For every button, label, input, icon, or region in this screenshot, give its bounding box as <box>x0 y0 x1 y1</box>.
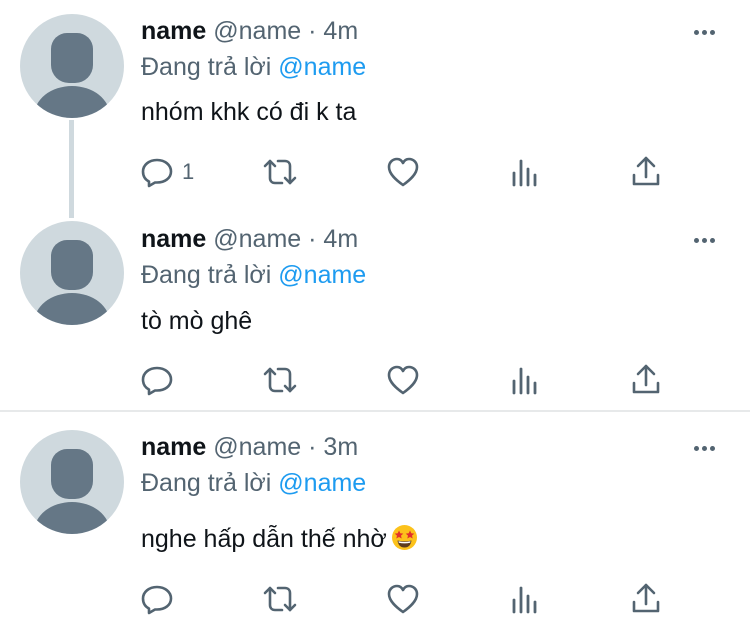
heart-icon <box>387 365 419 395</box>
retweet-icon <box>263 367 297 393</box>
retweet-button[interactable] <box>262 363 298 397</box>
tweet-header: name @name · 4m <box>141 224 358 254</box>
replying-to-label: Đang trả lời <box>141 53 272 81</box>
analytics-button[interactable] <box>510 582 540 616</box>
share-button[interactable] <box>630 363 662 397</box>
mention-link[interactable]: @name <box>278 53 366 81</box>
reply-icon <box>141 158 173 188</box>
reply-button[interactable]: 1 <box>140 155 194 189</box>
action-bar: 1 <box>140 155 680 189</box>
more-icon[interactable] <box>694 446 715 451</box>
share-icon <box>632 583 660 613</box>
retweet-icon <box>263 586 297 612</box>
mention-link[interactable]: @name <box>278 261 366 289</box>
tweet-text: nhóm khk có đi k ta <box>141 98 357 126</box>
user-handle[interactable]: @name <box>213 17 301 45</box>
analytics-icon <box>512 159 537 187</box>
tweet-text-content: nghe hấp dẫn thế nhờ <box>141 525 387 553</box>
like-button[interactable] <box>386 363 420 397</box>
tweet-text: tò mò ghê <box>141 307 253 335</box>
heart-icon <box>387 584 419 614</box>
replying-to-label: Đang trả lời <box>141 261 272 289</box>
analytics-icon <box>512 367 537 395</box>
analytics-button[interactable] <box>510 155 540 189</box>
share-button[interactable] <box>630 582 662 616</box>
share-button[interactable] <box>630 155 662 189</box>
star-struck-emoji <box>391 524 418 558</box>
retweet-button[interactable] <box>262 582 298 616</box>
analytics-icon <box>512 586 537 614</box>
action-bar <box>140 363 680 397</box>
separator-dot: · <box>308 17 317 45</box>
analytics-button[interactable] <box>510 363 540 397</box>
display-name[interactable]: name <box>141 225 206 253</box>
tweet-header: name @name · 3m <box>141 432 358 462</box>
tweet-header: name @name · 4m <box>141 16 358 46</box>
reply-count: 1 <box>182 159 195 184</box>
heart-icon <box>387 157 419 187</box>
share-icon <box>632 364 660 394</box>
share-icon <box>632 156 660 186</box>
separator-dot: · <box>308 433 317 461</box>
avatar-body-shape <box>34 293 110 325</box>
reply-button[interactable] <box>140 363 182 397</box>
replying-to-label: Đang trả lời <box>141 469 272 497</box>
like-button[interactable] <box>386 155 420 189</box>
tweet-3[interactable]: name @name · 3m Đang trả lời @name nghe … <box>0 412 750 631</box>
avatar[interactable] <box>20 430 124 534</box>
user-handle[interactable]: @name <box>213 225 301 253</box>
avatar-body-shape <box>34 86 110 118</box>
reply-icon <box>141 585 173 615</box>
avatar-head-shape <box>51 449 93 499</box>
more-icon[interactable] <box>694 30 715 35</box>
reply-button[interactable] <box>140 582 182 616</box>
avatar[interactable] <box>20 14 124 118</box>
avatar-head-shape <box>51 33 93 83</box>
user-handle[interactable]: @name <box>213 433 301 461</box>
timestamp[interactable]: 4m <box>323 225 358 253</box>
separator-dot: · <box>308 225 317 253</box>
reply-icon <box>141 366 173 396</box>
retweet-button[interactable] <box>262 155 298 189</box>
tweet-text: nghe hấp dẫn thế nhờ <box>141 524 418 558</box>
timestamp[interactable]: 4m <box>323 17 358 45</box>
display-name[interactable]: name <box>141 17 206 45</box>
like-button[interactable] <box>386 582 420 616</box>
replying-to: Đang trả lời @name <box>141 468 366 498</box>
more-icon[interactable] <box>694 238 715 243</box>
replying-to: Đang trả lời @name <box>141 52 366 82</box>
display-name[interactable]: name <box>141 433 206 461</box>
avatar-body-shape <box>34 502 110 534</box>
mention-link[interactable]: @name <box>278 469 366 497</box>
action-bar <box>140 582 680 616</box>
avatar-head-shape <box>51 240 93 290</box>
replying-to: Đang trả lời @name <box>141 260 366 290</box>
tweet-1[interactable]: name @name · 4m Đang trả lời @name nhóm … <box>0 0 750 205</box>
avatar[interactable] <box>20 221 124 325</box>
timestamp[interactable]: 3m <box>323 433 358 461</box>
tweet-2[interactable]: name @name · 4m Đang trả lời @name tò mò… <box>0 205 750 410</box>
retweet-icon <box>263 159 297 185</box>
